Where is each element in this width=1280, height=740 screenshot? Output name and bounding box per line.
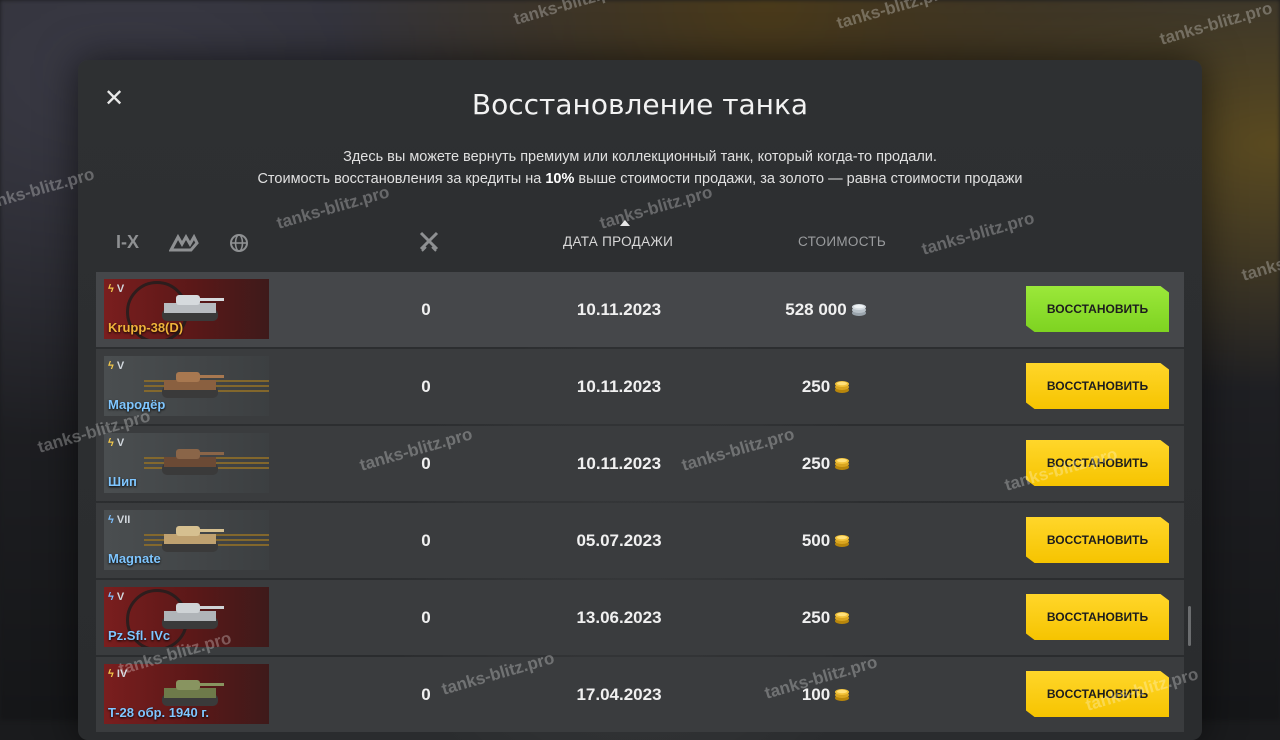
cost-value: 250 (746, 426, 906, 501)
tank-row: ϟ IV T-28 обр. 1940 г. 0 17.04.2023 100 … (96, 657, 1184, 732)
tank-row: ϟ V Krupp-38(D) 0 10.11.2023 528 000 ВОС… (96, 272, 1184, 347)
column-sale-date[interactable]: ДАТА ПРОДАЖИ (563, 220, 674, 249)
count-value: 0 (421, 377, 431, 396)
tank-tier: ϟ V (108, 437, 124, 449)
tier-label: V (116, 437, 125, 449)
premium-bolt-icon: ϟ (108, 437, 114, 449)
tank-row: ϟ V Шип 0 10.11.2023 250 ВОССТАНОВИТЬ (96, 426, 1184, 501)
tank-tier: ϟ V (108, 591, 124, 603)
tank-list: ϟ V Krupp-38(D) 0 10.11.2023 528 000 ВОС… (96, 272, 1184, 734)
gold-icon (830, 531, 850, 550)
restore-button[interactable]: ВОССТАНОВИТЬ (1026, 594, 1169, 640)
tank-name: Шип (108, 474, 137, 489)
dialog-description: Здесь вы можете вернуть премиум или колл… (78, 146, 1202, 190)
tier-filter[interactable]: I-X (116, 232, 139, 253)
tank-restore-dialog: ✕ Восстановление танка Здесь вы можете в… (78, 60, 1202, 740)
column-sale-date-label: ДАТА ПРОДАЖИ (563, 234, 674, 249)
restore-button[interactable]: ВОССТАНОВИТЬ (1026, 440, 1169, 486)
sale-date-value: 10.11.2023 (576, 300, 662, 319)
tier-label: VII (116, 514, 131, 526)
tank-type-filter-icon[interactable] (169, 233, 199, 252)
restore-button[interactable]: ВОССТАНОВИТЬ (1026, 671, 1169, 717)
tank-tier: ϟ V (108, 360, 124, 372)
premium-bolt-icon: ϟ (108, 514, 114, 526)
sale-date-value: 05.07.2023 (576, 531, 662, 550)
cost-amount: 500 (801, 531, 831, 550)
tank-name: Magnate (108, 551, 161, 566)
tank-tier: ϟ V (108, 283, 124, 295)
crossed-swords-column-icon[interactable] (418, 230, 440, 255)
tank-row: ϟ V Мародёр 0 10.11.2023 250 ВОССТАНОВИТ… (96, 349, 1184, 424)
tier-label: V (116, 591, 125, 603)
cost-value: 500 (746, 503, 906, 578)
tank-name: Pz.Sfl. IVc (108, 628, 171, 643)
restore-button[interactable]: ВОССТАНОВИТЬ (1026, 286, 1169, 332)
tank-name: Мародёр (108, 397, 166, 412)
cost-value: 250 (746, 580, 906, 655)
cost-value: 250 (746, 349, 906, 424)
description-line-2: Стоимость восстановления за кредиты на 1… (78, 168, 1202, 190)
tier-label: IV (116, 668, 128, 680)
tier-label: V (116, 360, 125, 372)
restore-button[interactable]: ВОССТАНОВИТЬ (1026, 517, 1169, 563)
premium-bolt-icon: ϟ (108, 283, 114, 295)
tank-name: Krupp-38(D) (108, 320, 184, 335)
gold-icon (830, 377, 850, 396)
tank-card[interactable]: ϟ V Krupp-38(D) (104, 279, 269, 339)
tank-card[interactable]: ϟ VII Magnate (104, 510, 269, 570)
cost-value: 528 000 (746, 272, 906, 347)
sale-date-value: 17.04.2023 (576, 685, 662, 704)
tank-tier: ϟ VII (108, 514, 130, 526)
nation-filter-globe-icon[interactable] (229, 233, 249, 253)
count-value: 0 (421, 454, 431, 473)
tank-card[interactable]: ϟ V Шип (104, 433, 269, 493)
tank-card[interactable]: ϟ V Pz.Sfl. IVc (104, 587, 269, 647)
cost-amount: 250 (801, 454, 831, 473)
count-value: 0 (421, 531, 431, 550)
count-value: 0 (421, 685, 431, 704)
tank-row: ϟ VII Magnate 0 05.07.2023 500 ВОССТАНОВ… (96, 503, 1184, 578)
gold-icon (830, 454, 850, 473)
gold-icon (830, 685, 850, 704)
cost-amount: 528 000 (785, 300, 847, 319)
tank-card[interactable]: ϟ IV T-28 обр. 1940 г. (104, 664, 269, 724)
sale-date-value: 13.06.2023 (576, 608, 662, 627)
filter-bar: I-X (116, 232, 279, 253)
gold-icon (830, 608, 850, 627)
cost-value: 100 (746, 657, 906, 732)
credits-icon (847, 300, 867, 319)
cost-amount: 250 (801, 608, 831, 627)
tank-row: ϟ V Pz.Sfl. IVc 0 13.06.2023 250 ВОССТАН… (96, 580, 1184, 655)
column-cost[interactable]: СТОИМОСТЬ (798, 234, 886, 249)
description-line-1: Здесь вы можете вернуть премиум или колл… (343, 149, 937, 165)
count-value: 0 (421, 300, 431, 319)
sale-date-value: 10.11.2023 (576, 454, 662, 473)
tier-label: V (116, 283, 125, 295)
tank-card[interactable]: ϟ V Мародёр (104, 356, 269, 416)
cost-amount: 100 (801, 685, 831, 704)
description-text: выше стоимости продажи, за золото — равн… (574, 171, 1023, 187)
tank-name: T-28 обр. 1940 г. (108, 705, 210, 720)
premium-bolt-icon: ϟ (108, 591, 114, 603)
description-text: Стоимость восстановления за кредиты на (257, 171, 546, 187)
tank-tier: ϟ IV (108, 668, 127, 680)
restore-button[interactable]: ВОССТАНОВИТЬ (1026, 363, 1169, 409)
sort-arrow-icon (620, 220, 630, 226)
sale-date-value: 10.11.2023 (576, 377, 662, 396)
tank-image (162, 526, 224, 552)
tank-image (162, 449, 224, 475)
premium-bolt-icon: ϟ (108, 668, 114, 680)
tank-image (162, 372, 224, 398)
cost-amount: 250 (801, 377, 831, 396)
count-value: 0 (421, 608, 431, 627)
dialog-title: Восстановление танка (471, 88, 809, 121)
percent-highlight: 10% (545, 171, 575, 187)
premium-bolt-icon: ϟ (108, 360, 114, 372)
scrollbar[interactable] (1188, 606, 1191, 646)
